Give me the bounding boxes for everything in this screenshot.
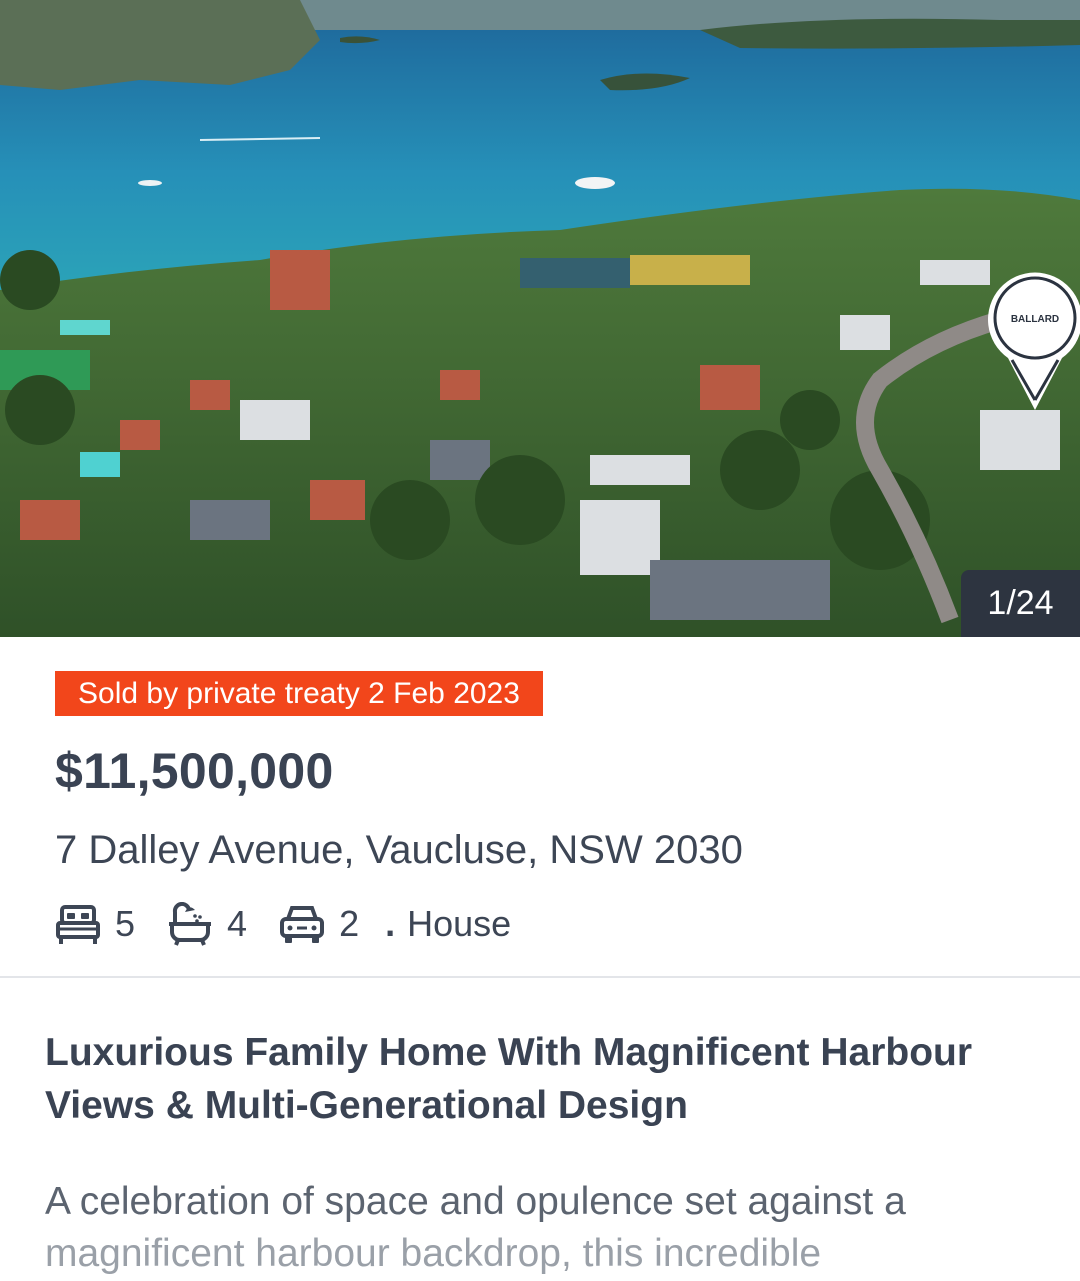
description-line: A celebration of space and opulence set … — [45, 1180, 906, 1223]
bathrooms-count: 4 — [227, 903, 248, 944]
feature-separator: . — [385, 903, 396, 944]
listing-headline: Luxurious Family Home With Magnificent H… — [45, 1031, 973, 1127]
photo-counter: 1/24 — [961, 570, 1080, 637]
parking-count: 2 — [339, 903, 360, 944]
bath-icon — [169, 902, 212, 946]
property-photo[interactable]: BALLARD 1/24 — [0, 0, 1080, 637]
price: $11,500,000 — [55, 743, 334, 799]
listing-description: A celebration of space and opulence set … — [45, 1176, 1045, 1280]
aerial-harbour-photo: BALLARD — [0, 0, 1080, 637]
bed-icon — [56, 905, 100, 944]
bedrooms-count: 5 — [115, 903, 136, 944]
agency-logo-text: BALLARD — [1011, 314, 1059, 325]
property-features: 5 4 2 . House — [55, 898, 511, 950]
bathrooms-feature: 4 — [167, 902, 247, 946]
address[interactable]: 7 Dalley Avenue, Vaucluse, NSW 2030 — [55, 828, 743, 873]
section-divider — [0, 976, 1080, 978]
bedrooms-feature: 5 — [55, 903, 135, 945]
status-badge: Sold by private treaty 2 Feb 2023 — [55, 671, 543, 716]
parking-feature: 2 — [279, 903, 359, 945]
property-type: House — [407, 903, 512, 944]
description-line-faded: magnificent harbour backdrop, this incre… — [45, 1232, 822, 1275]
car-icon — [280, 906, 325, 943]
